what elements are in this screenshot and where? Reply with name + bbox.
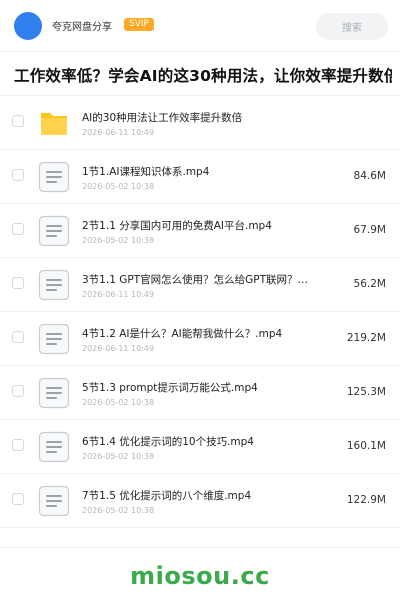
file-name: 5节1.3 prompt提示词万能公式.mp4: [82, 382, 258, 394]
row-checkbox[interactable]: [12, 115, 24, 127]
file-date: 2026-05-02 10:38: [82, 506, 155, 515]
watermark: miosou.cc: [130, 562, 270, 590]
svip-badge: SVIP: [124, 18, 154, 31]
file-size: 160.1M: [346, 440, 386, 452]
file-date: 2026-06-11 10:49: [82, 290, 155, 299]
document-icon: [38, 485, 70, 517]
file-row[interactable]: 1节1.AI课程知识体系.mp4 2026-05-02 10:38 84.6M: [0, 150, 400, 204]
row-checkbox[interactable]: [12, 385, 24, 397]
document-icon: [38, 269, 70, 301]
document-icon: [38, 377, 70, 409]
file-row[interactable]: 6节1.4 优化提示词的10个技巧.mp4 2026-05-02 10:38 160…: [0, 420, 400, 474]
file-name: 4节1.2 AI是什么？AI能帮我做什么？.mp4: [82, 328, 283, 340]
file-size: 56.2M: [353, 278, 386, 290]
document-icon: [38, 323, 70, 355]
row-checkbox[interactable]: [12, 277, 24, 289]
file-name: AI的30种用法让工作效率提升数倍: [82, 112, 243, 124]
folder-icon: [38, 107, 70, 139]
file-name: 3节1.1 GPT官网怎么使用？怎么给GPT联网？…: [82, 274, 308, 286]
avatar[interactable]: [14, 12, 42, 40]
divider: [0, 547, 400, 548]
file-size: 67.9M: [353, 224, 386, 236]
row-checkbox[interactable]: [12, 493, 24, 505]
file-date: 2026-05-02 10:38: [82, 182, 155, 191]
document-icon: [38, 431, 70, 463]
file-size: 84.6M: [353, 170, 386, 182]
row-checkbox[interactable]: [12, 331, 24, 343]
file-date: 2026-05-02 10:38: [82, 236, 155, 245]
file-date: 2026-05-02 10:38: [82, 452, 155, 461]
file-date: 2026-06-11 10:49: [82, 344, 155, 353]
brand-name: 夸克网盘分享: [52, 22, 112, 33]
file-name: 1节1.AI课程知识体系.mp4: [82, 166, 210, 178]
document-icon: [38, 215, 70, 247]
file-name: 6节1.4 优化提示词的10个技巧.mp4: [82, 436, 254, 448]
file-name: 7节1.5 优化提示词的八个维度.mp4: [82, 490, 252, 502]
file-name: 2节1.1 分享国内可用的免费AI平台.mp4: [82, 220, 272, 232]
document-icon: [38, 161, 70, 193]
file-row[interactable]: 2节1.1 分享国内可用的免费AI平台.mp4 2026-05-02 10:38 6…: [0, 204, 400, 258]
row-checkbox[interactable]: [12, 439, 24, 451]
search-input[interactable]: 搜索: [316, 13, 388, 40]
file-date: 2026-05-02 10:38: [82, 398, 155, 407]
file-size: 125.3M: [346, 386, 386, 398]
file-list: AI的30种用法让工作效率提升数倍 2026-06-11 10:49 1节1.AI课…: [0, 96, 400, 528]
file-size: 219.2M: [346, 332, 386, 344]
file-row[interactable]: 5节1.3 prompt提示词万能公式.mp4 2026-05-02 10:38 1…: [0, 366, 400, 420]
file-row[interactable]: 3节1.1 GPT官网怎么使用？怎么给GPT联网？… 2026-06-11 10:…: [0, 258, 400, 312]
file-row[interactable]: 7节1.5 优化提示词的八个维度.mp4 2026-05-02 10:38 122.…: [0, 474, 400, 528]
file-size: 122.9M: [346, 494, 386, 506]
row-checkbox[interactable]: [12, 169, 24, 181]
file-date: 2026-06-11 10:49: [82, 128, 155, 137]
share-page: 夸克网盘分享 SVIP 搜索 工作效率低？学会AI的这30种用法，让你效率提升数…: [0, 0, 400, 600]
file-row[interactable]: 4节1.2 AI是什么？AI能帮我做什么？.mp4 2026-06-11 10:4…: [0, 312, 400, 366]
file-row[interactable]: AI的30种用法让工作效率提升数倍 2026-06-11 10:49: [0, 96, 400, 150]
row-checkbox[interactable]: [12, 223, 24, 235]
page-title: 工作效率低？学会AI的这30种用法，让你效率提升数倍！: [14, 67, 392, 85]
header: 夸克网盘分享 SVIP 搜索: [0, 0, 400, 52]
search-placeholder: 搜索: [342, 23, 362, 34]
